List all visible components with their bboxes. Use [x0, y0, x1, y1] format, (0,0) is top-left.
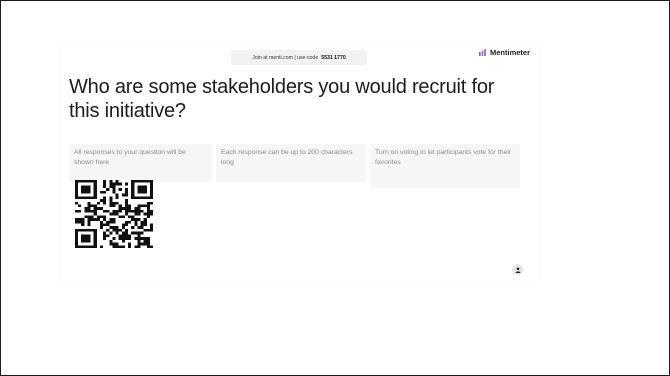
brand-name: Mentimeter: [489, 48, 530, 57]
person-icon: [515, 267, 520, 273]
slide: Join at menti.com | use code 5531 1770 M…: [60, 42, 538, 281]
presentation-frame: Join at menti.com | use code 5531 1770 M…: [0, 0, 670, 376]
question-title: Who are some stakeholders you would recr…: [69, 76, 495, 122]
mentimeter-logo-icon: [478, 49, 486, 56]
qr-code-icon: [75, 180, 153, 248]
join-instructions-bar: Join at menti.com | use code 5531 1770: [231, 50, 367, 65]
mentimeter-brand: Mentimeter: [478, 48, 530, 57]
join-code: 5531 1770: [321, 54, 346, 61]
hint-voting: Turn on voting to let participants vote …: [370, 144, 520, 188]
hint-character-limit: Each response can be up to 200 character…: [216, 144, 366, 182]
hint-responses: All responses to your question will be s…: [69, 144, 212, 182]
join-text: Join at menti.com | use code: [252, 54, 319, 61]
participants-button[interactable]: [512, 264, 523, 275]
